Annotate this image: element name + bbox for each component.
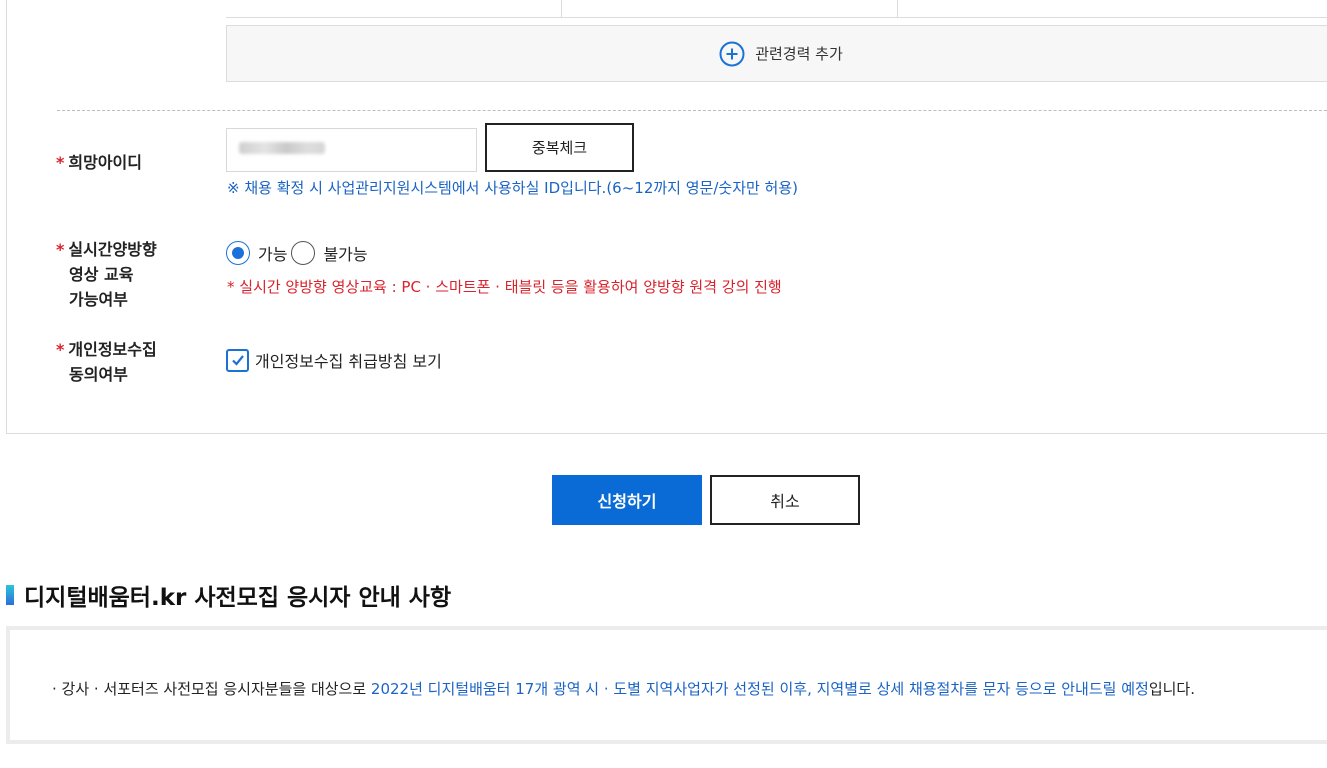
radio-available-label[interactable]: 가능 — [258, 241, 287, 265]
privacy-consent-checkbox[interactable] — [226, 348, 249, 372]
desired-id-label: * 희망아이디 — [56, 153, 142, 172]
privacy-consent-group: 개인정보수집 취급방침 보기 — [226, 348, 442, 372]
notice-title: 디지털배움터.kr 사전모집 응시자 안내 사항 — [24, 585, 452, 611]
career-table-bottom-row — [226, 0, 1327, 18]
submit-button[interactable]: 신청하기 — [552, 475, 702, 525]
video-class-radio-group: 가능 불가능 — [226, 241, 372, 265]
notice-section-title: 디지털배움터.kr 사전모집 응시자 안내 사항 — [6, 578, 451, 612]
notice-highlight: 2022년 디지털배움터 17개 광역 시 · 도별 지역사업자가 선정된 이후… — [370, 680, 1149, 698]
video-class-label: * 실시간양방향 영상 교육 가능여부 — [56, 240, 157, 309]
plus-circle-icon — [719, 41, 745, 66]
add-career-button[interactable]: 관련경력 추가 — [226, 25, 1327, 82]
radio-available[interactable] — [226, 241, 250, 265]
radio-unavailable-label[interactable]: 불가능 — [323, 241, 367, 265]
radio-unavailable[interactable] — [291, 241, 316, 265]
blurred-id-value — [239, 142, 325, 154]
required-mark: * — [56, 340, 65, 359]
notice-box: · 강사 · 서포터즈 사전모집 응시자분들을 대상으로 2022년 디지털배움… — [6, 626, 1327, 744]
duplicate-check-button[interactable]: 중복체크 — [485, 123, 634, 172]
notice-text: · 강사 · 서포터즈 사전모집 응시자분들을 대상으로 2022년 디지털배움… — [52, 680, 1195, 698]
add-career-label: 관련경력 추가 — [755, 45, 843, 63]
privacy-policy-link[interactable]: 개인정보수집 취급방침 보기 — [255, 348, 442, 372]
title-marker-icon — [6, 585, 14, 605]
privacy-consent-label: * 개인정보수집 동의여부 — [56, 340, 157, 384]
section-divider — [57, 110, 1327, 111]
table-cell-divider — [897, 0, 898, 18]
table-cell-divider — [561, 0, 562, 18]
video-class-help-text: * 실시간 양방향 영상교육 : PC · 스마트폰 · 태블릿 등을 활용하여… — [227, 278, 782, 296]
required-mark: * — [56, 240, 65, 259]
desired-id-input[interactable] — [226, 128, 477, 172]
cancel-button[interactable]: 취소 — [710, 475, 860, 525]
desired-id-help-text: ※ 채용 확정 시 사업관리지원시스템에서 사용하실 ID입니다.(6~12까지… — [227, 179, 799, 197]
required-mark: * — [56, 153, 65, 172]
checkmark-icon — [231, 355, 244, 366]
